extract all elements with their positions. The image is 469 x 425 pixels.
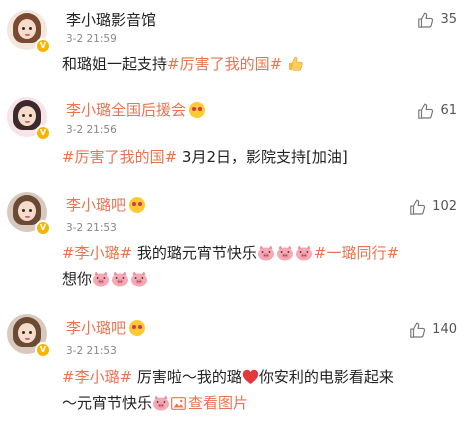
commenter-name-text: 李小璐全国后援会 xyxy=(66,101,187,119)
comment-text: 和璐姐一起支持#厉害了我的国# xyxy=(62,51,462,77)
avatar[interactable]: V xyxy=(7,97,51,141)
avatar[interactable]: V xyxy=(7,314,51,358)
view-image-label: 查看图片 xyxy=(188,394,249,412)
commenter-name[interactable]: 李小璐吧 xyxy=(66,319,146,337)
thumbs-up-icon xyxy=(417,11,435,29)
comment-text-plain: ～元宵节快乐 xyxy=(62,394,153,412)
verified-badge-icon: V xyxy=(35,38,51,54)
topic-link[interactable]: #一璐同行# xyxy=(314,244,399,262)
commenter-name-text: 李小璐吧 xyxy=(66,196,127,214)
comment-text-plain: 你安利的电影看起来 xyxy=(258,368,394,386)
like-button[interactable]: 35 xyxy=(417,11,457,29)
like-count: 61 xyxy=(440,103,457,118)
topic-link[interactable]: #厉害了我的国# xyxy=(62,148,177,166)
comment-text-plain: 和璐姐一起支持 xyxy=(62,55,168,73)
view-image-link[interactable]: 查看图片 xyxy=(171,394,248,412)
topic-link[interactable]: #厉害了我的国# xyxy=(167,55,282,73)
thumbs-up-emoji-icon xyxy=(288,56,303,71)
comment-text-plain: 想你 xyxy=(62,270,93,288)
like-count: 35 xyxy=(440,12,457,27)
member-emoji-icon xyxy=(189,102,206,118)
avatar[interactable]: V xyxy=(7,10,51,54)
comment-time: 3-2 21:56 xyxy=(66,124,117,136)
verified-badge-icon: V xyxy=(35,125,51,141)
pig-sticker-icon xyxy=(92,271,110,287)
commenter-name-text: 李小璐吧 xyxy=(66,319,127,337)
comment-text-plain: 厉害啦～我的璐 xyxy=(132,368,242,386)
member-emoji-icon xyxy=(129,197,146,213)
pig-sticker-icon xyxy=(295,245,313,261)
pig-sticker-icon xyxy=(111,271,129,287)
comment-time: 3-2 21:53 xyxy=(66,222,117,234)
thumbs-up-icon xyxy=(409,321,427,339)
pig-sticker-icon xyxy=(130,271,148,287)
topic-link[interactable]: #李小璐# xyxy=(62,244,132,262)
like-count: 102 xyxy=(432,199,457,214)
like-button[interactable]: 102 xyxy=(409,198,457,216)
pig-sticker-icon xyxy=(276,245,294,261)
verified-badge-icon: V xyxy=(35,220,51,236)
commenter-name[interactable]: 李小璐影音馆 xyxy=(66,11,156,29)
comment-time: 3-2 21:59 xyxy=(66,33,117,45)
image-icon xyxy=(171,397,186,410)
like-count: 140 xyxy=(432,322,457,337)
verified-badge-icon: V xyxy=(35,342,51,358)
commenter-name[interactable]: 李小璐全国后援会 xyxy=(66,101,206,119)
topic-link[interactable]: #李小璐# xyxy=(62,368,132,386)
comment-time: 3-2 21:53 xyxy=(66,345,117,357)
pig-sticker-icon xyxy=(152,395,170,411)
thumbs-up-icon xyxy=(417,102,435,120)
heart-icon xyxy=(242,369,259,384)
comment-text: #李小璐# 厉害啦～我的璐 你安利的电影看起来 ～元宵节快乐 查看图片 xyxy=(62,364,462,416)
commenter-name[interactable]: 李小璐吧 xyxy=(66,196,146,214)
like-button[interactable]: 61 xyxy=(417,102,457,120)
avatar[interactable]: V xyxy=(7,192,51,236)
member-emoji-icon xyxy=(129,320,146,336)
pig-sticker-icon xyxy=(257,245,275,261)
comment-text: #李小璐# 我的璐元宵节快乐 #一璐同行# 想你 xyxy=(62,240,462,292)
comment-text: #厉害了我的国# 3月2日，影院支持[加油] xyxy=(62,144,462,170)
like-button[interactable]: 140 xyxy=(409,321,457,339)
comment-text-plain: 3月2日，影院支持[加油] xyxy=(177,148,348,166)
thumbs-up-icon xyxy=(409,198,427,216)
comment-text-plain: 我的璐元宵节快乐 xyxy=(132,244,257,262)
